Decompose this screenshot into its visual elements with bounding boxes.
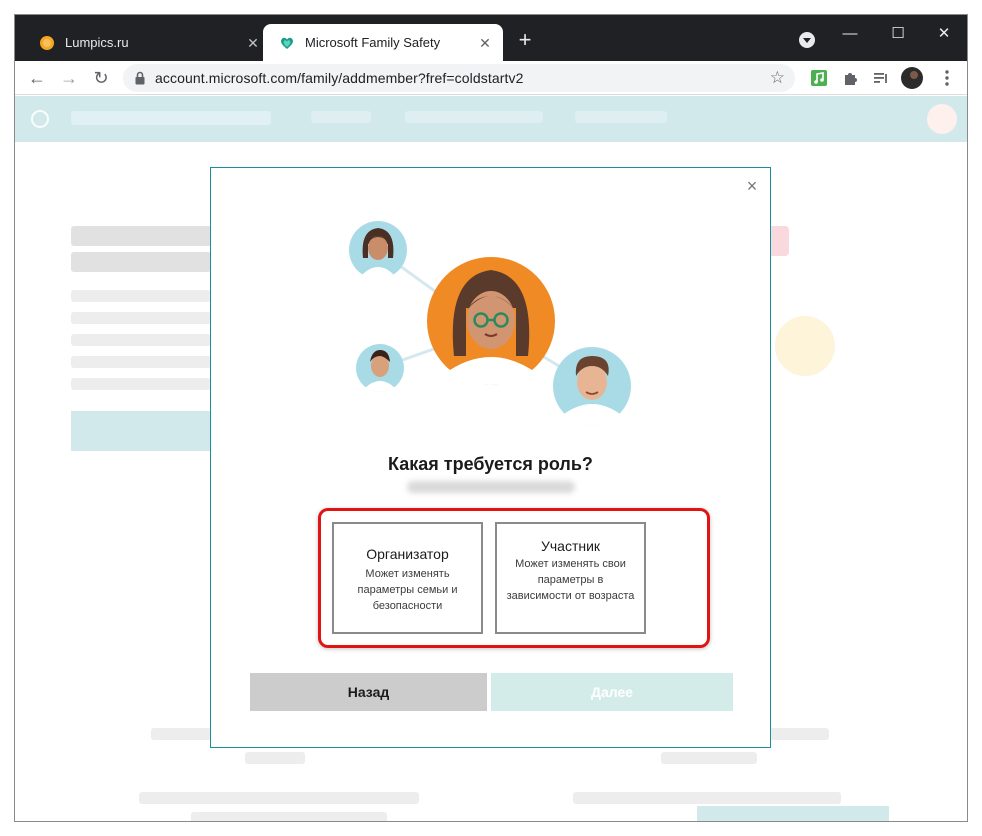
back-button[interactable]: Назад xyxy=(250,673,487,711)
close-icon[interactable]: × xyxy=(745,177,759,195)
tab-close-icon[interactable]: ✕ xyxy=(477,35,493,51)
url-text[interactable]: account.microsoft.com/family/addmember?f… xyxy=(155,70,523,86)
tab-strip: Lumpics.ru ✕ Microsoft Family Safety ✕ +… xyxy=(15,15,967,61)
avatar-child-small xyxy=(356,344,404,392)
tab-search-icon[interactable] xyxy=(799,32,815,48)
role-organizer-button[interactable]: Организатор Может изменять параметры сем… xyxy=(332,522,483,634)
role-name: Участник xyxy=(540,538,601,554)
tab-title: Microsoft Family Safety xyxy=(305,35,441,50)
new-tab-plus-icon[interactable]: + xyxy=(513,28,537,52)
add-member-role-dialog: × Какая требуется роль? Организатор Може… xyxy=(210,167,771,748)
next-button[interactable]: Далее xyxy=(491,673,733,711)
avatar-woman-main xyxy=(427,257,555,385)
browser-toolbar: ← → ↻ account.microsoft.com/family/addme… xyxy=(15,61,967,95)
tab-family-safety[interactable]: Microsoft Family Safety ✕ xyxy=(263,24,503,61)
member-email-redacted xyxy=(407,481,575,493)
avatar-man xyxy=(553,347,631,425)
arrow-left-icon[interactable]: ← xyxy=(25,66,49,90)
profile-avatar[interactable] xyxy=(901,67,923,89)
window-close-icon[interactable]: ✕ xyxy=(921,21,967,47)
kebab-menu-icon[interactable] xyxy=(937,68,957,88)
music-extension-icon[interactable] xyxy=(809,68,829,88)
lock-icon xyxy=(135,71,145,85)
tab-title: Lumpics.ru xyxy=(65,35,129,50)
star-icon[interactable]: ☆ xyxy=(770,68,785,88)
family-safety-favicon-icon xyxy=(281,37,293,49)
role-description: Может изменять параметры семьи и безопас… xyxy=(357,568,458,612)
role-member-button[interactable]: Участник Может изменять свои параметры в… xyxy=(495,522,646,634)
reading-list-icon[interactable] xyxy=(871,68,891,88)
tab-close-icon[interactable]: ✕ xyxy=(245,35,261,51)
address-bar[interactable]: account.microsoft.com/family/addmember?f… xyxy=(123,64,795,92)
family-illustration xyxy=(349,221,631,425)
minimize-icon[interactable]: — xyxy=(827,21,873,47)
lumpics-favicon-icon xyxy=(40,35,54,50)
role-name: Организатор xyxy=(366,546,449,562)
dialog-title: Какая требуется роль? xyxy=(388,454,593,474)
reload-icon[interactable]: ↻ xyxy=(89,66,113,90)
arrow-right-icon[interactable]: → xyxy=(57,66,81,90)
tab-lumpics[interactable]: Lumpics.ru ✕ xyxy=(23,24,271,61)
maximize-icon[interactable]: ☐ xyxy=(875,21,921,47)
avatar-woman-small xyxy=(349,221,407,282)
puzzle-extensions-icon[interactable] xyxy=(841,68,861,88)
role-description: Может изменять свои параметры в зависимо… xyxy=(506,558,635,602)
